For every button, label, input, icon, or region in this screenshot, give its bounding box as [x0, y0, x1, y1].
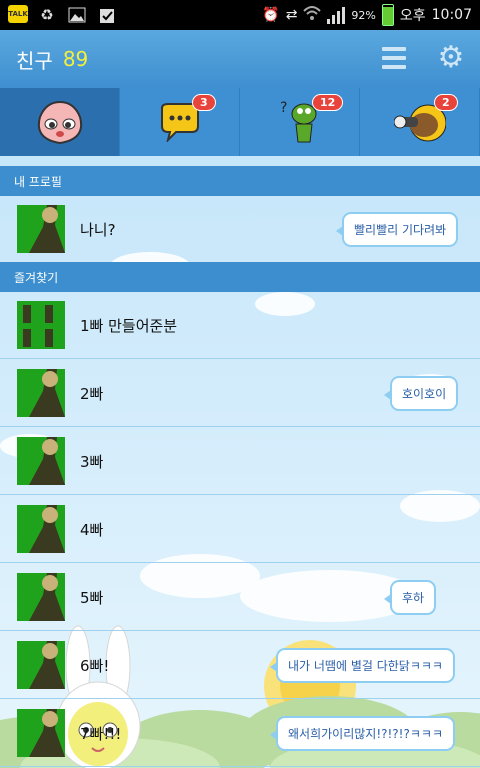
friend-count: 89	[62, 47, 89, 71]
app-header: 친구 89 ⚙	[0, 30, 480, 88]
status-message: 호이호이	[383, 375, 459, 411]
friend-name: 3빠	[80, 452, 104, 471]
favorite-row[interactable]: 3빠	[0, 428, 480, 495]
tab-find[interactable]: ? 12	[240, 88, 360, 156]
menu-button[interactable]	[382, 44, 406, 72]
find-badge: 12	[312, 94, 344, 111]
favorite-row[interactable]: 5빠 후하	[0, 564, 480, 631]
favorite-row[interactable]: 4빠	[0, 496, 480, 563]
friend-name: 6빠!	[80, 656, 110, 675]
avatar[interactable]	[17, 437, 65, 485]
section-title: 즐겨찾기	[14, 270, 59, 285]
tab-bar: 3 ? 12 2	[0, 88, 480, 156]
avatar[interactable]	[17, 369, 65, 417]
section-my-profile: 내 프로필	[0, 166, 480, 196]
friend-name: 5빠	[80, 588, 104, 607]
status-bar: TALK ♻ ⏰ ⇄ 92% 오후 10:07	[0, 0, 480, 30]
battery-percent: 92%	[351, 8, 376, 22]
avatar[interactable]	[17, 505, 65, 553]
status-message: 왜서희가이리많지!?!?!?ㅋㅋㅋ	[270, 715, 455, 751]
clock: 10:07	[431, 7, 472, 23]
friend-name: 4빠	[80, 520, 104, 539]
peach-character-icon	[37, 100, 82, 145]
ampm-label: 오후	[399, 8, 426, 24]
sync-icon: ⇄	[285, 7, 298, 23]
alarm-icon: ⏰	[262, 7, 280, 23]
more-badge: 2	[434, 94, 458, 111]
avatar[interactable]	[17, 205, 65, 253]
my-profile-row[interactable]: 나니? 빨리빨리 기다려봐	[0, 196, 480, 263]
menu-icon-line	[382, 47, 406, 51]
tab-friends[interactable]	[0, 88, 120, 156]
favorite-row[interactable]: 7빠!!! 왜서희가이리많지!?!?!?ㅋㅋㅋ	[0, 700, 480, 767]
signal-icon	[327, 6, 346, 24]
recycle-icon: ♻	[40, 6, 54, 24]
friend-name: 2빠	[80, 384, 104, 403]
menu-icon-line	[382, 56, 406, 60]
wifi-icon	[303, 5, 322, 25]
svg-text:?: ?	[280, 100, 287, 116]
tab-more[interactable]: 2	[360, 88, 480, 156]
friend-name: 7빠!!!	[80, 724, 122, 743]
battery-icon	[381, 4, 394, 26]
friend-name: 1빠 만들어준분	[80, 316, 178, 335]
gear-icon: ⚙	[437, 40, 465, 75]
kakaotalk-notification-icon: TALK	[8, 5, 28, 23]
avatar[interactable]	[17, 301, 65, 349]
avatar[interactable]	[17, 573, 65, 621]
tab-chats[interactable]: 3	[120, 88, 240, 156]
image-icon	[66, 5, 88, 25]
avatar[interactable]	[17, 641, 65, 689]
favorite-row[interactable]: 6빠! 내가 너땜에 별걸 다한닭ㅋㅋㅋ	[0, 632, 480, 699]
status-message: 후하	[383, 579, 437, 615]
favorite-row[interactable]: 1빠 만들어준분	[0, 292, 480, 359]
chats-badge: 3	[192, 94, 216, 111]
section-favorites: 즐겨찾기	[0, 262, 480, 292]
status-message: 빨리빨리 기다려봐	[335, 211, 459, 247]
download-check-icon	[96, 5, 118, 25]
avatar[interactable]	[17, 709, 65, 757]
favorite-row[interactable]: 2빠 호이호이	[0, 360, 480, 427]
settings-button[interactable]: ⚙	[436, 42, 466, 74]
section-title: 내 프로필	[14, 174, 62, 189]
page-title: 친구	[16, 48, 53, 73]
profile-name: 나니?	[80, 220, 116, 239]
status-message: 내가 너땜에 별걸 다한닭ㅋㅋㅋ	[270, 647, 455, 683]
menu-icon-line	[382, 65, 406, 69]
